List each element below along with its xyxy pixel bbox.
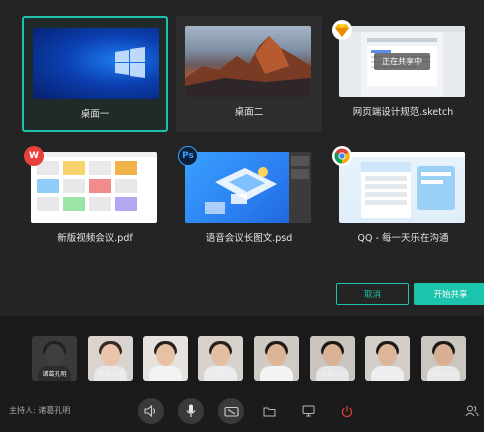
source-label: 桌面一 (80, 109, 110, 120)
microphone-button[interactable] (178, 398, 204, 424)
desktop-2-thumbnail (185, 26, 311, 97)
participant-name: 诸葛孔明 (208, 371, 233, 378)
meeting-toolbar: 主持人: 诸葛孔明 (0, 390, 484, 432)
participant-tile[interactable]: 诸葛孔明 (143, 336, 188, 381)
share-source-sketch[interactable]: 正在共享中 网页端设计规范.sketch (330, 16, 476, 132)
sketch-thumbnail: 正在共享中 (339, 26, 465, 97)
microphone-icon (186, 404, 196, 417)
camera-button[interactable] (218, 398, 244, 424)
psd-thumbnail (185, 152, 311, 223)
source-label: QQ - 每一天乐在沟通 (357, 233, 449, 244)
desktop-1-thumbnail (33, 28, 159, 99)
participant-tile[interactable]: 诸葛孔明 (254, 336, 299, 381)
source-label: 语音会议长图文.psd (205, 233, 293, 244)
participant-name: 诸葛孔明 (375, 371, 400, 378)
pdf-thumbnail (31, 152, 157, 223)
participant-name: 诸葛孔明 (98, 371, 123, 378)
speaker-icon (144, 405, 156, 417)
share-source-desktop-2[interactable]: 桌面二 (176, 16, 322, 132)
leave-meeting-button[interactable] (334, 398, 360, 424)
participant-name: 诸葛孔明 (431, 371, 456, 378)
participant-name: 诸葛孔明 (42, 371, 67, 378)
sharing-status-badge: 正在共享中 (374, 53, 430, 70)
participant-tile[interactable]: 诸葛孔明 (32, 336, 77, 381)
participants-button[interactable] (459, 398, 484, 424)
file-button[interactable] (256, 398, 282, 424)
qq-thumbnail (339, 152, 465, 223)
source-label: 新版视频会议.pdf (57, 233, 133, 244)
participant-tile[interactable]: 诸葛孔明 (365, 336, 410, 381)
share-source-qq[interactable]: QQ - 每一天乐在沟通 (330, 142, 476, 258)
source-label: 桌面二 (234, 107, 264, 118)
participant-name: 诸葛孔明 (153, 371, 178, 378)
leave-icon (341, 405, 353, 417)
wps-icon: W (24, 146, 44, 166)
share-source-desktop-1[interactable]: 桌面一 (22, 16, 168, 132)
participant-tile[interactable]: 诸葛孔明 (421, 336, 466, 381)
mountain-wallpaper-icon (185, 36, 311, 97)
share-source-pdf[interactable]: W 新版视频会议.pdf (22, 142, 168, 258)
participant-tile[interactable]: 诸葛孔明 (310, 336, 355, 381)
share-dialog: 桌面一 桌面二 正在共享中 网页端设计规范.sketch W 新版视频会议.pd… (0, 0, 484, 316)
photoshop-icon: Ps (178, 146, 198, 166)
participant-name: 诸葛孔明 (320, 371, 345, 378)
start-sharing-button[interactable]: 开始共享 (414, 283, 484, 305)
source-label: 网页端设计规范.sketch (352, 107, 454, 118)
windows-logo-icon (115, 47, 145, 78)
speaker-button[interactable] (138, 398, 164, 424)
cancel-button[interactable]: 取消 (336, 283, 409, 305)
participant-name: 诸葛孔明 (264, 371, 289, 378)
share-source-psd[interactable]: Ps 语音会议长图文.psd (176, 142, 322, 258)
folder-icon (263, 407, 275, 416)
participants-icon (465, 405, 479, 417)
host-label: 主持人: 诸葛孔明 (9, 406, 71, 415)
screen-share-icon (302, 405, 314, 417)
participants-strip: 诸葛孔明 诸葛孔明 诸葛孔明 诸葛孔明 诸葛孔明 诸葛孔明 诸葛孔明 诸葛孔明 (0, 316, 484, 390)
participant-tile[interactable]: 诸葛孔明 (88, 336, 133, 381)
screen-share-button[interactable] (295, 398, 321, 424)
chrome-icon (332, 146, 352, 166)
sketch-icon (332, 20, 352, 40)
participant-tile[interactable]: 诸葛孔明 (198, 336, 243, 381)
camera-icon (223, 406, 239, 417)
